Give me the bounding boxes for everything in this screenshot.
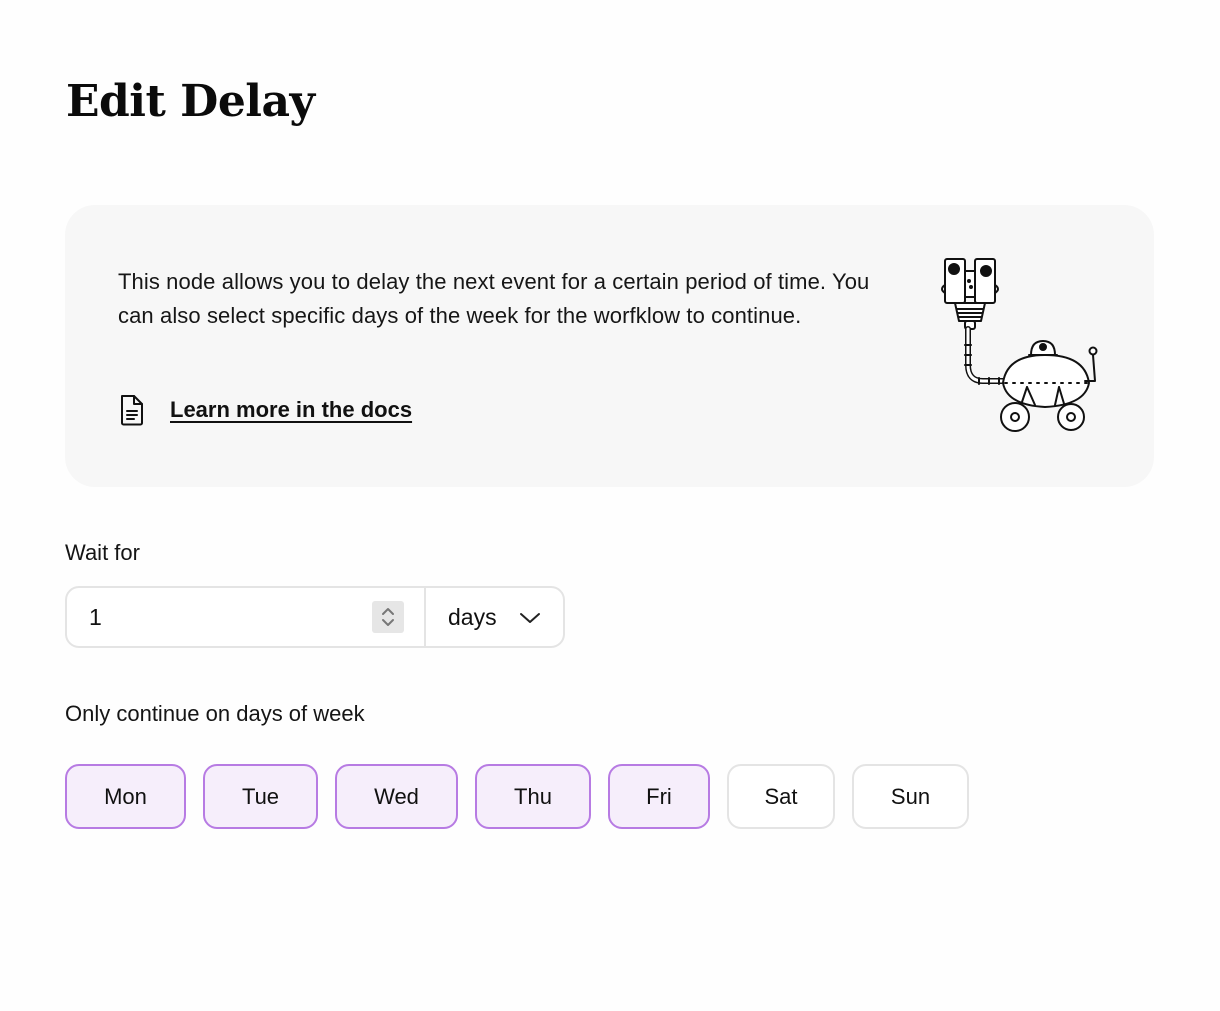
day-toggle-label: Fri bbox=[646, 783, 672, 809]
info-description: This node allows you to delay the next e… bbox=[118, 269, 870, 328]
days-of-week-label: Only continue on days of week bbox=[65, 701, 365, 726]
chevron-down-icon[interactable] bbox=[518, 608, 542, 628]
number-stepper-icon[interactable] bbox=[372, 601, 404, 633]
day-toggle-label: Thu bbox=[514, 783, 552, 809]
day-toggle-label: Tue bbox=[241, 783, 280, 809]
wait-for-label: Wait for bbox=[65, 540, 140, 565]
wait-unit-value[interactable]: days bbox=[448, 604, 497, 631]
wait-amount-value[interactable]: 1 bbox=[89, 604, 102, 631]
page-title: Edit Delay bbox=[66, 76, 315, 127]
day-toggle-tue[interactable]: Tue bbox=[203, 764, 318, 829]
day-toggle-thu[interactable]: Thu bbox=[475, 764, 591, 829]
docs-link-label[interactable]: Learn more in the docs bbox=[170, 397, 412, 423]
day-toggle-wed[interactable]: Wed bbox=[335, 764, 458, 829]
edit-delay-page: Edit Delay This node allows you to delay… bbox=[0, 0, 1220, 1011]
day-toggle-label: Mon bbox=[104, 783, 147, 809]
day-toggle-sun[interactable]: Sun bbox=[852, 764, 969, 829]
wait-duration-control: 1 days bbox=[65, 586, 565, 648]
day-toggle-mon[interactable]: Mon bbox=[65, 764, 186, 829]
day-toggle-label: Sun bbox=[890, 783, 931, 809]
day-toggle-label: Wed bbox=[374, 783, 419, 809]
day-toggle-fri[interactable]: Fri bbox=[608, 764, 710, 829]
document-icon bbox=[118, 393, 146, 427]
day-toggle-label: Sat bbox=[764, 783, 798, 809]
wait-unit-select[interactable]: days bbox=[426, 588, 563, 646]
day-toggle-sat[interactable]: Sat bbox=[727, 764, 835, 829]
robot-illustration bbox=[935, 255, 1115, 435]
docs-link[interactable]: Learn more in the docs bbox=[118, 393, 412, 427]
wait-amount-input[interactable]: 1 bbox=[67, 588, 426, 646]
info-card: This node allows you to delay the next e… bbox=[65, 205, 1154, 487]
